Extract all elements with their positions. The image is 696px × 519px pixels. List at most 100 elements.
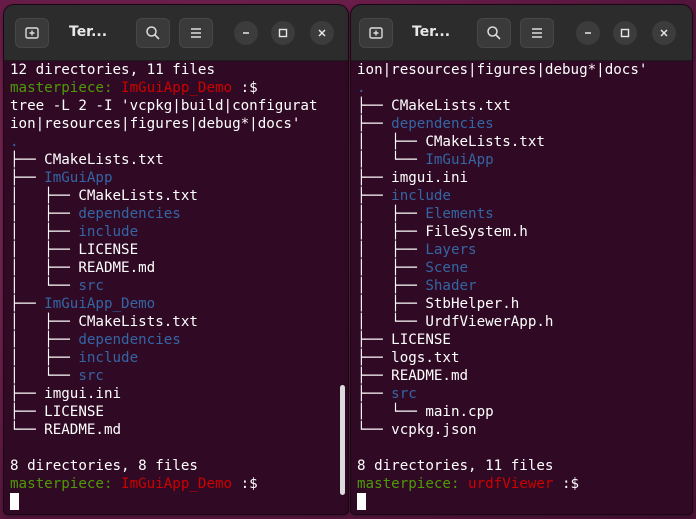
- directory-name: ImGuiApp_Demo: [44, 296, 156, 312]
- output-text: CMakeLists.txt: [391, 98, 511, 114]
- close-button[interactable]: [310, 21, 334, 45]
- output-text: │ ├──: [357, 224, 426, 240]
- terminal-cursor: [357, 493, 366, 510]
- scrollbar-thumb[interactable]: [340, 385, 345, 495]
- prompt-user: masterpiece:: [357, 476, 469, 492]
- terminal-output[interactable]: ion|resources|figures|debug*|docs'. ├── C…: [351, 61, 692, 514]
- terminal-line: ├── LICENSE: [357, 331, 692, 349]
- maximize-button[interactable]: [271, 21, 295, 45]
- terminal-window-left[interactable]: Ter... 12 directories, 11 files masterpi…: [4, 5, 348, 514]
- output-text: │ ├──: [10, 260, 79, 276]
- terminal-line: │ ├── include: [10, 223, 348, 241]
- output-text: │ └──: [357, 152, 426, 168]
- terminal-line: ├── LICENSE: [10, 403, 348, 421]
- menu-button[interactable]: [179, 18, 213, 48]
- terminal-line: masterpiece: urdfViewer :$: [357, 475, 692, 493]
- output-text: ├──: [357, 98, 392, 114]
- output-text: ├──: [357, 386, 392, 402]
- output-text: │ ├──: [357, 296, 426, 312]
- terminal-line: │ ├── include: [10, 349, 348, 367]
- terminal-line: ├── README.md: [357, 367, 692, 385]
- output-text: │ ├──: [357, 278, 426, 294]
- directory-name: src: [78, 278, 104, 294]
- search-button[interactable]: [136, 18, 170, 48]
- output-text: │ ├──: [10, 350, 79, 366]
- close-button[interactable]: [652, 21, 676, 45]
- output-text: imgui.ini: [44, 386, 122, 402]
- close-icon: [660, 29, 668, 37]
- output-text: ├──: [10, 296, 45, 312]
- output-text: │ ├──: [357, 260, 426, 276]
- terminal-line: │ └── ImGuiApp: [357, 151, 692, 169]
- output-text: LICENSE: [78, 242, 139, 258]
- directory-name: dependencies: [78, 332, 181, 348]
- output-text: CMakeLists.txt: [425, 134, 545, 150]
- terminal-line: └── vcpkg.json: [357, 421, 692, 439]
- output-text: ├──: [357, 332, 392, 348]
- terminal-line: │ └── src: [10, 277, 348, 295]
- prompt-directory: ImGuiApp_Demo: [121, 80, 233, 96]
- maximize-icon: [620, 28, 630, 38]
- terminal-line: └── README.md: [10, 421, 348, 439]
- directory-name: src: [391, 386, 417, 402]
- new-tab-button[interactable]: [359, 18, 393, 48]
- terminal-line: │ ├── LICENSE: [10, 241, 348, 259]
- directory-name: ImGuiApp: [44, 170, 113, 186]
- output-text: imgui.ini: [391, 170, 469, 186]
- terminal-line: │ ├── Scene: [357, 259, 692, 277]
- terminal-line: │ ├── Layers: [357, 241, 692, 259]
- output-text: ├──: [357, 188, 392, 204]
- hamburger-menu-icon: [532, 28, 542, 38]
- terminal-line: ├── src: [357, 385, 692, 403]
- titlebar[interactable]: Ter...: [4, 5, 348, 61]
- minimize-button[interactable]: [234, 21, 258, 45]
- new-tab-button[interactable]: [15, 18, 49, 48]
- output-text: ├──: [357, 116, 392, 132]
- terminal-line: │ └── src: [10, 367, 348, 385]
- terminal-line: │ ├── CMakeLists.txt: [357, 133, 692, 151]
- maximize-button[interactable]: [613, 21, 637, 45]
- terminal-line: │ ├── Elements: [357, 205, 692, 223]
- terminal-line: 8 directories, 8 files: [10, 457, 348, 475]
- terminal-line: ion|resources|figures|debug*|docs': [357, 61, 692, 79]
- output-text: CMakeLists.txt: [78, 188, 198, 204]
- output-text: LICENSE: [391, 332, 451, 348]
- output-text: :$: [232, 80, 258, 96]
- directory-name: include: [78, 350, 139, 366]
- output-text: ion|resources|figures|debug*|docs': [357, 62, 648, 78]
- directory-name: include: [78, 224, 139, 240]
- output-text: └──: [357, 422, 392, 438]
- output-text: :$: [232, 476, 258, 492]
- output-text: LICENSE: [44, 404, 104, 420]
- menu-button[interactable]: [520, 18, 554, 48]
- terminal-line: ├── imgui.ini: [357, 169, 692, 187]
- output-text: ├──: [357, 368, 392, 384]
- directory-name: dependencies: [391, 116, 494, 132]
- output-text: ├──: [10, 404, 45, 420]
- directory-name: dependencies: [78, 206, 181, 222]
- terminal-cursor: [10, 493, 19, 510]
- terminal-output[interactable]: 12 directories, 11 files masterpiece: ImG…: [4, 61, 348, 514]
- output-text: ├──: [357, 170, 392, 186]
- output-text: │ ├──: [357, 206, 426, 222]
- terminal-line: .: [10, 133, 348, 151]
- terminal-line: ├── ImGuiApp: [10, 169, 348, 187]
- terminal-window-right[interactable]: Ter... ion|resources|figures|debug*|docs…: [351, 5, 692, 514]
- directory-name: .: [357, 80, 366, 96]
- directory-name: src: [78, 368, 104, 384]
- output-text: ├──: [10, 152, 45, 168]
- output-text: ├──: [10, 170, 45, 186]
- minimize-button[interactable]: [576, 21, 600, 45]
- output-text: │ ├──: [10, 314, 79, 330]
- maximize-icon: [278, 28, 288, 38]
- terminal-line: ├── CMakeLists.txt: [10, 151, 348, 169]
- search-button[interactable]: [477, 18, 511, 48]
- output-text: │ ├──: [10, 206, 79, 222]
- terminal-line: ├── include: [357, 187, 692, 205]
- output-text: FileSystem.h: [425, 224, 528, 240]
- titlebar[interactable]: Ter...: [351, 5, 692, 61]
- terminal-line: ├── CMakeLists.txt: [357, 97, 692, 115]
- output-text: tree -L 2 -I 'vcpkg|build|configurat: [10, 98, 318, 114]
- hamburger-menu-icon: [191, 28, 201, 38]
